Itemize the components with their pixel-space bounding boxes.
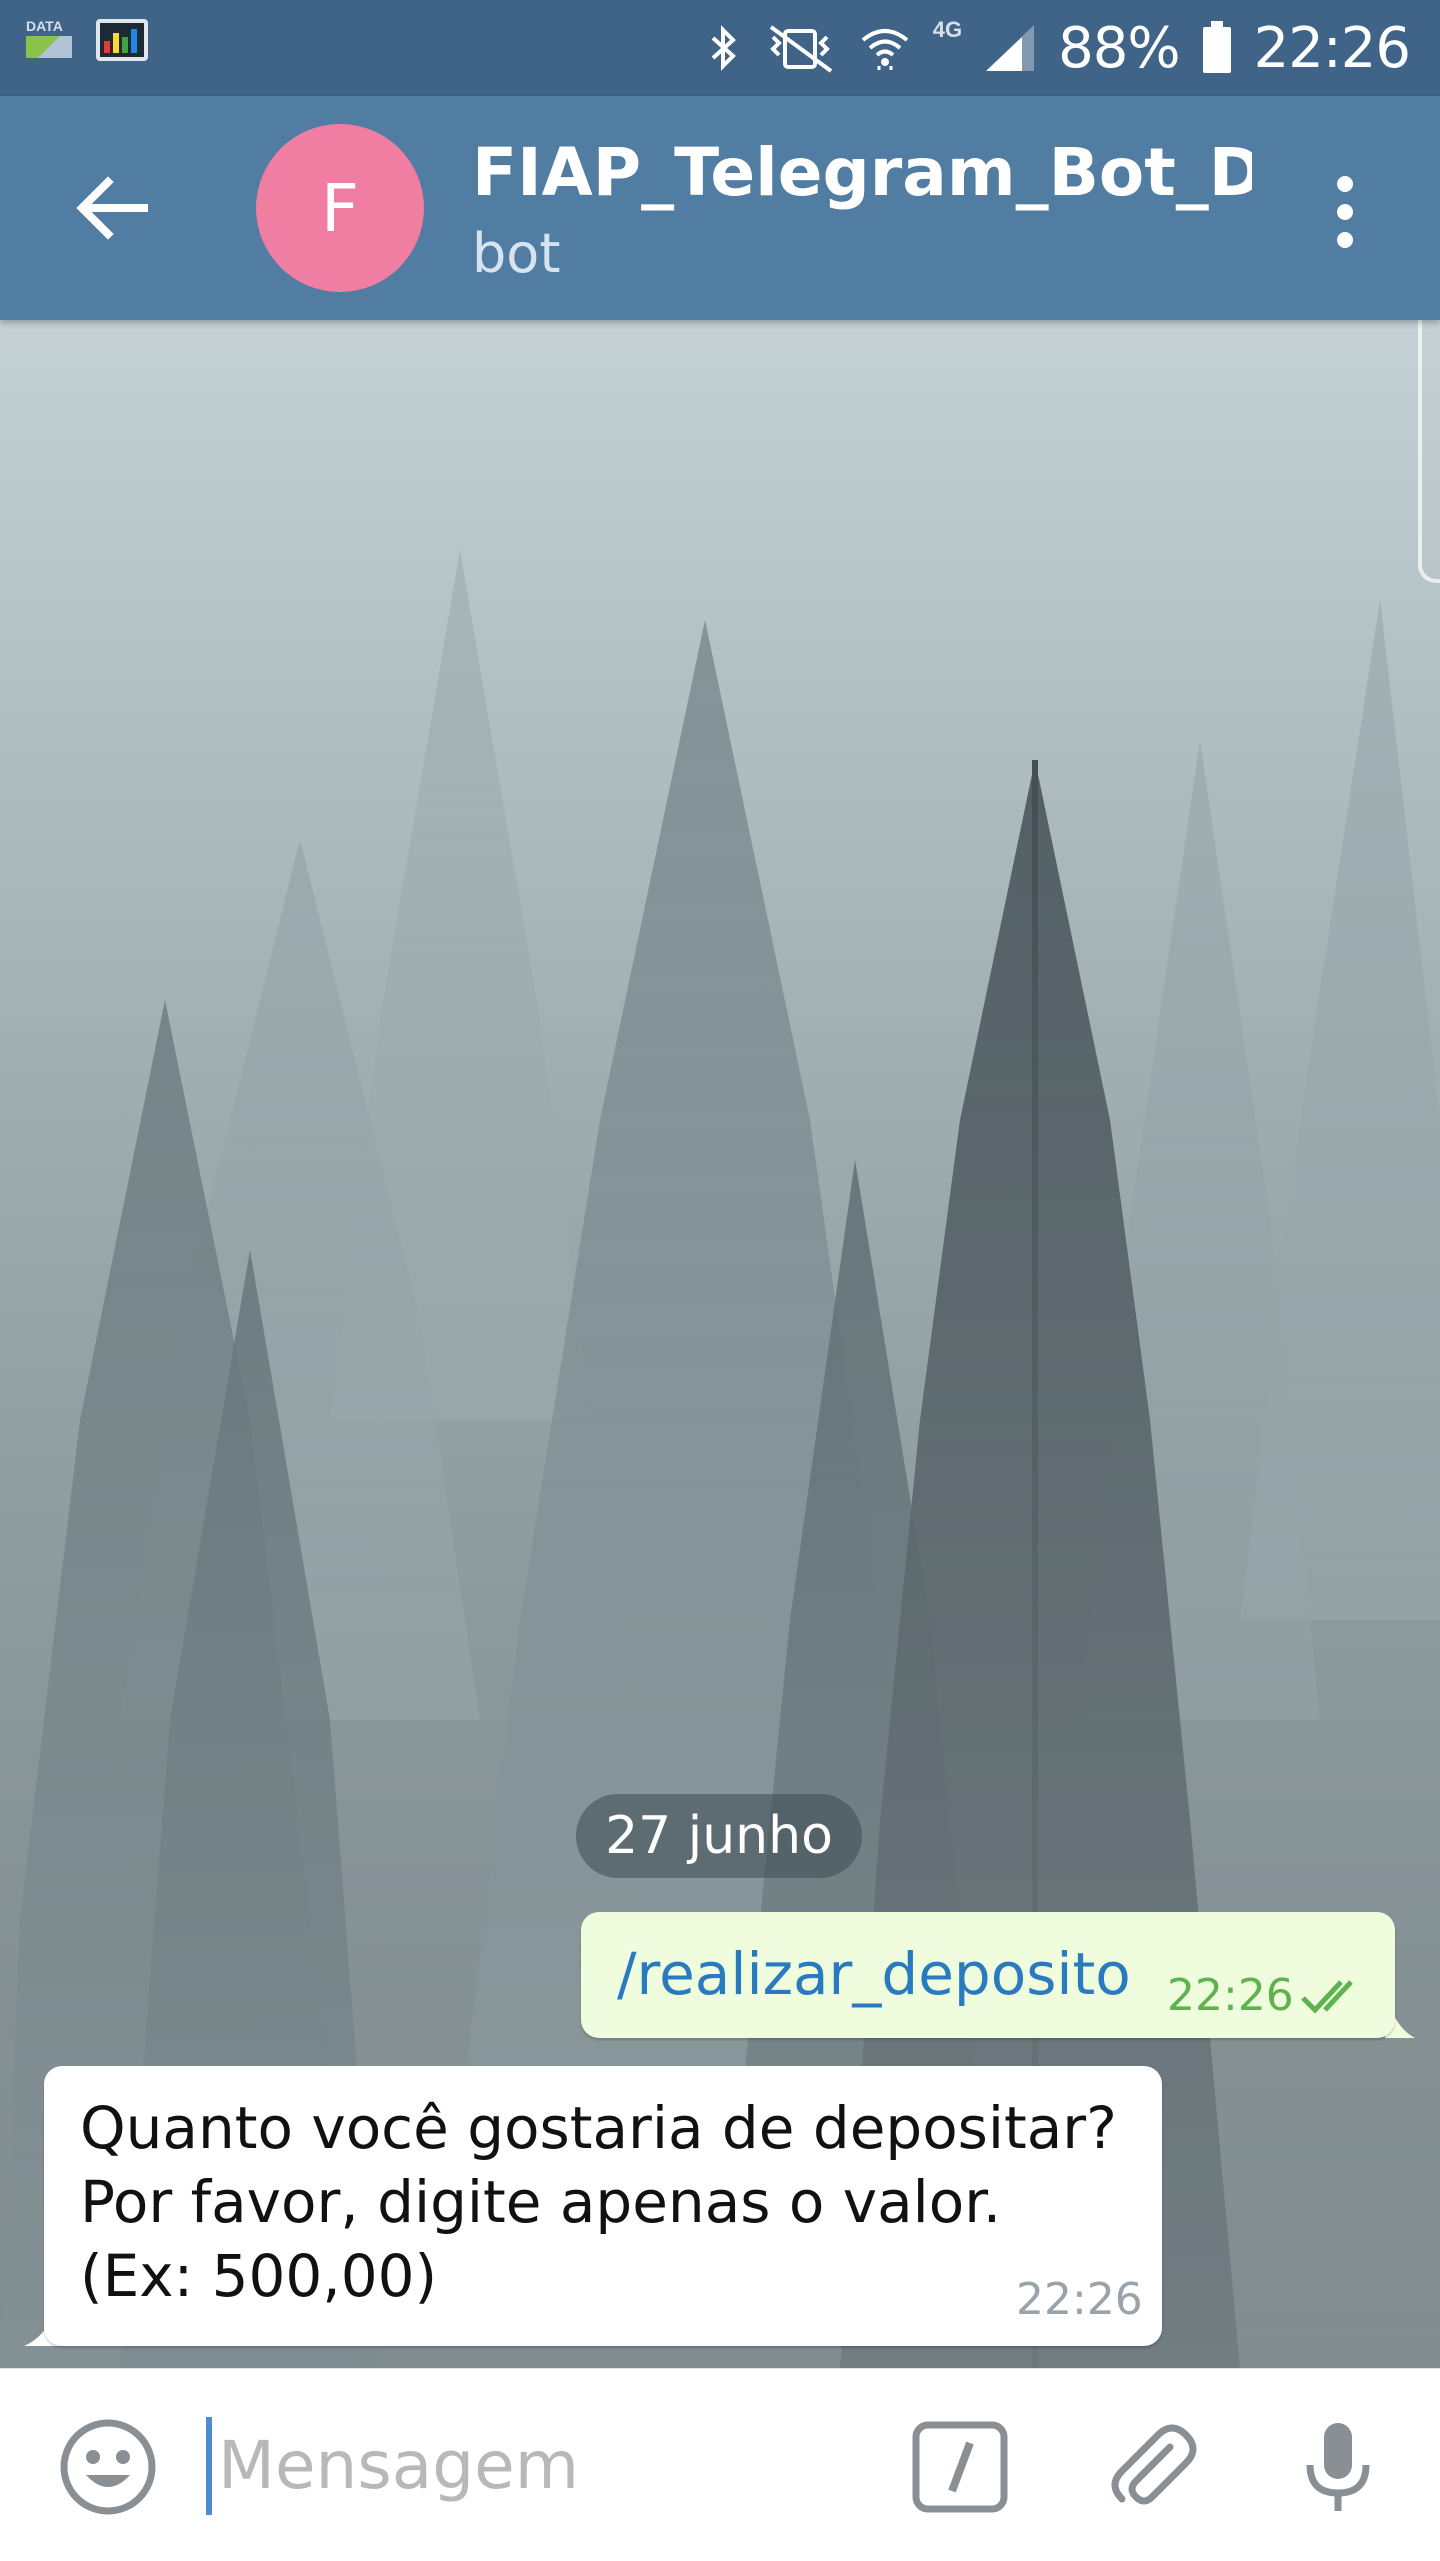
chat-subtitle: bot [472,222,561,285]
data-indicator-icon: DATA [26,18,72,62]
message-line: Por favor, digite apenas o valor. [80,2168,1002,2236]
message-input[interactable] [216,2409,860,2521]
forest-wallpaper [0,320,1440,2368]
message-time: 22:26 [1167,1970,1294,2021]
date-separator: 27 junho [576,1794,862,1878]
slash-command-icon[interactable] [910,2417,1010,2517]
battery-icon [1202,21,1231,73]
paperclip-icon[interactable] [1102,2417,1202,2517]
more-vert-icon[interactable] [1320,172,1370,252]
monitor-app-icon [96,19,148,61]
scrollbar-thumb[interactable] [1418,320,1440,583]
vibrate-mute-icon [769,25,832,73]
message-input-bar [0,2368,1440,2561]
incoming-message[interactable]: Quanto você gostaria de depositar? Por f… [44,2066,1162,2346]
emoji-icon[interactable] [58,2417,158,2517]
avatar-letter: F [321,169,359,247]
chat-area[interactable]: 27 junho /realizar_deposito 22:26 Quanto… [0,320,1440,2368]
message-line: (Ex: 500,00) [80,2242,438,2310]
message-time: 22:26 [1016,2274,1143,2325]
chat-header: F FIAP_Telegram_Bot_D... bot [0,96,1440,320]
date-separator-label: 27 junho [605,1806,833,1866]
network-type-label: 4G [932,17,963,42]
status-bar: DATA 4G 88% 22:26 [0,0,1440,96]
microphone-icon[interactable] [1288,2417,1388,2517]
chat-title[interactable]: FIAP_Telegram_Bot_D... [472,134,1252,211]
wifi-icon [861,29,909,70]
message-line: Quanto você gostaria de depositar? [80,2094,1117,2162]
clock: 22:26 [1253,15,1411,81]
arrow-left-icon[interactable] [70,166,154,250]
signal-icon [986,25,1035,71]
data-indicator-label: DATA [26,18,63,34]
outgoing-message[interactable]: /realizar_deposito 22:26 [581,1912,1395,2038]
avatar[interactable]: F [256,124,424,292]
text-caret [206,2417,212,2515]
battery-percent: 88% [1058,15,1180,81]
bluetooth-icon [711,25,736,71]
command-link[interactable]: /realizar_deposito [617,1940,1131,2008]
double-check-icon [1301,1980,1353,2014]
